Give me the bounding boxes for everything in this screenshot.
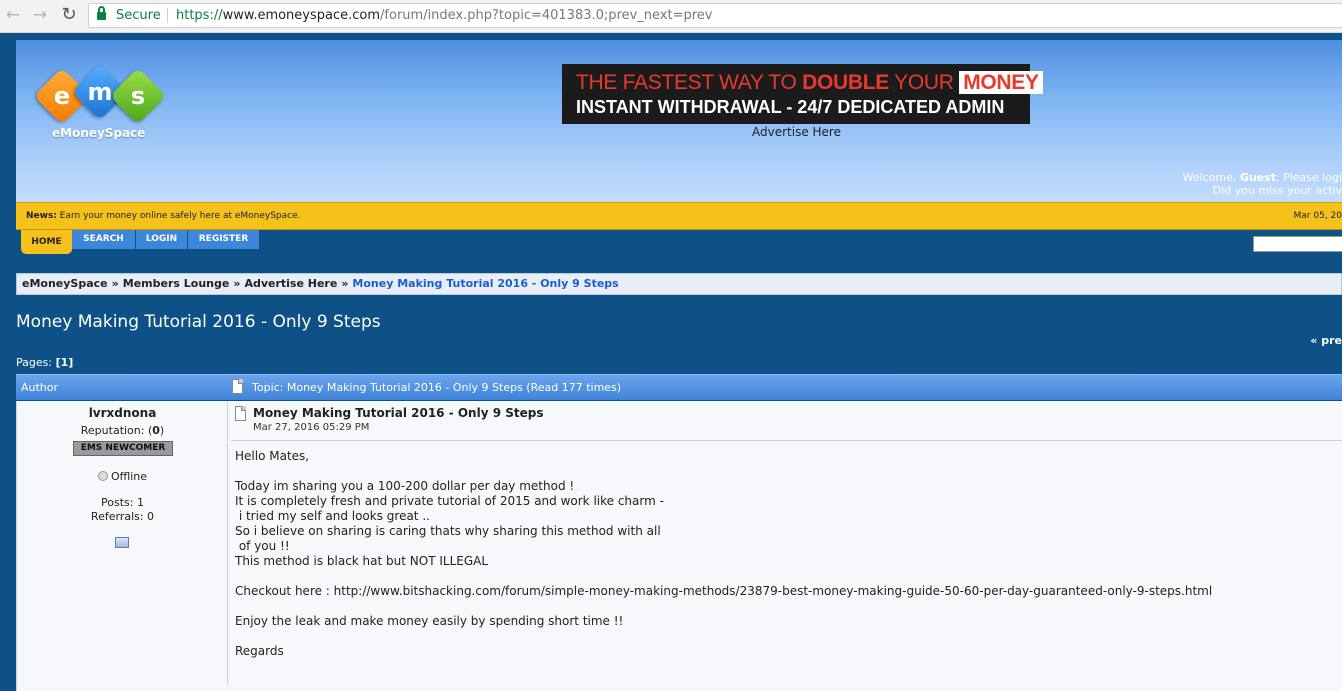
- tab-login[interactable]: LOGIN: [136, 230, 187, 249]
- breadcrumb-current[interactable]: Money Making Tutorial 2016 - Only 9 Step…: [352, 277, 618, 290]
- topic-document-icon: [232, 379, 243, 394]
- pagination: Pages: [1]: [16, 356, 74, 369]
- post-document-icon: [235, 406, 246, 421]
- tab-register[interactable]: REGISTER: [188, 230, 259, 249]
- post-divider: [231, 440, 1342, 441]
- page-title: Money Making Tutorial 2016 - Only 9 Step…: [16, 312, 381, 332]
- tab-home[interactable]: HOME: [21, 230, 72, 254]
- breadcrumb-item-advertise-here[interactable]: Advertise Here: [244, 277, 337, 290]
- activation-link[interactable]: Did you miss your activ: [1183, 184, 1342, 197]
- poster-name[interactable]: lvrxdnona: [17, 406, 228, 420]
- url-text[interactable]: https://www.emoneyspace.com/forum/index.…: [176, 4, 712, 27]
- poster-stats: Posts: 1 Referrals: 0: [17, 496, 228, 524]
- news-text: News: Earn your money online safely here…: [26, 211, 301, 221]
- address-bar[interactable]: Secure https://www.emoneyspace.com/forum…: [88, 3, 1342, 28]
- lock-icon: [97, 6, 106, 21]
- post-count: Posts: 1: [101, 496, 144, 509]
- breadcrumb-item-members-lounge[interactable]: Members Lounge: [123, 277, 230, 290]
- welcome-message: Welcome, Guest. Please logi Did you miss…: [1182, 171, 1342, 197]
- url-scheme: https://: [176, 8, 223, 23]
- poster-info: lvrxdnona Reputation: (0) EMS NEWCOMER O…: [17, 401, 228, 685]
- tab-search[interactable]: SEARCH: [72, 230, 135, 249]
- url-path: /forum/index.php?topic=401383.0;prev_nex…: [380, 8, 713, 23]
- author-column-header: Author: [21, 381, 59, 394]
- back-arrow-icon[interactable]: ←: [3, 5, 23, 25]
- post-title[interactable]: Money Making Tutorial 2016 - Only 9 Step…: [253, 406, 544, 420]
- online-status: Offline: [17, 470, 228, 483]
- reload-icon[interactable]: ↻: [59, 5, 79, 25]
- site-logo[interactable]: e m s: [33, 63, 167, 128]
- breadcrumb: eMoneySpace» Members Lounge» Advertise Her…: [16, 273, 1342, 295]
- post: lvrxdnona Reputation: (0) EMS NEWCOMER O…: [16, 401, 1342, 691]
- page-current[interactable]: [1]: [56, 356, 74, 369]
- secure-label: Secure: [116, 8, 161, 23]
- previous-topic-link[interactable]: « pre: [1310, 334, 1342, 347]
- profile-picture-icon[interactable]: [115, 537, 129, 548]
- offline-status-icon: [97, 471, 108, 481]
- news-date: Mar 05, 20: [1293, 211, 1342, 221]
- post-date: Mar 27, 2016 05:29 PM: [253, 422, 370, 433]
- welcome-login-link[interactable]: logi: [1322, 171, 1342, 184]
- breadcrumb-item-emoneyspace[interactable]: eMoneySpace: [22, 277, 108, 290]
- advertisement-banner[interactable]: THE FASTEST WAY TO DOUBLE YOUR MONEY INS…: [562, 64, 1043, 124]
- banner-line-2: INSTANT WITHDRAWAL - 24/7 DEDICATED ADMI…: [576, 97, 1005, 117]
- referral-count: Referrals: 0: [90, 510, 155, 523]
- browser-toolbar: ← → ↻ Secure https://www.emoneyspace.com…: [0, 0, 1342, 33]
- post-body: Money Making Tutorial 2016 - Only 9 Step…: [229, 401, 1342, 691]
- topic-info: Topic: Money Making Tutorial 2016 - Only…: [252, 381, 622, 394]
- logo-text: eMoneySpace: [52, 126, 146, 140]
- post-text: Hello Mates, Today im sharing you a 100-…: [235, 449, 1213, 658]
- reputation: Reputation: (0): [80, 424, 165, 437]
- main-menu: HOME SEARCH LOGIN REGISTER: [16, 230, 1342, 270]
- rank-badge: EMS NEWCOMER: [73, 441, 173, 456]
- forward-arrow-icon[interactable]: →: [30, 5, 50, 25]
- url-host: www.emoneyspace.com: [222, 8, 381, 23]
- banner-line-1: THE FASTEST WAY TO DOUBLE YOUR MONEY: [576, 71, 1043, 95]
- advertise-here-link[interactable]: Advertise Here: [752, 125, 841, 139]
- logo-letter-s: s: [109, 67, 167, 125]
- topic-header-bar: Author Topic: Money Making Tutorial 2016…: [16, 374, 1342, 400]
- news-bar: News: Earn your money online safely here…: [16, 202, 1342, 230]
- address-separator: [167, 8, 168, 23]
- search-input[interactable]: [1253, 236, 1342, 252]
